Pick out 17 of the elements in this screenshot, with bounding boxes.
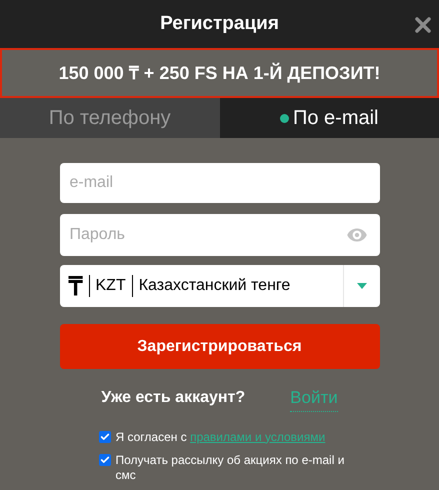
checkbox[interactable]	[98, 430, 110, 442]
currency-symbol: ₸	[68, 273, 82, 299]
tab[interactable]: По телефону	[0, 98, 220, 138]
checkbox-label: Я согласен с правилами и условиями	[116, 430, 326, 444]
dialog-title: Регистрация	[160, 12, 279, 36]
password-field[interactable]: Пароль	[60, 214, 380, 256]
currency-select[interactable]: ₸ KZT Казахстанский тенге	[60, 265, 380, 307]
currency-name: Казахстанский тенге	[138, 276, 292, 296]
promo-text: 150 000 ₸ + 250 FS НА 1-Й ДЕПОЗИТ!	[58, 62, 380, 85]
tab[interactable]: По e-mail	[220, 98, 439, 138]
checkbox-label: Получать рассылку об акциях по e-mail и смс	[116, 452, 346, 482]
register-button[interactable]: Зарегистрироваться	[60, 324, 380, 369]
email-field[interactable]: e-mail	[60, 163, 380, 203]
checkbox[interactable]	[98, 454, 110, 466]
dropdown-caret-icon[interactable]	[356, 283, 366, 289]
login-prompt: Уже есть аккаунт?	[101, 388, 246, 408]
currency-code: KZT	[96, 276, 126, 296]
